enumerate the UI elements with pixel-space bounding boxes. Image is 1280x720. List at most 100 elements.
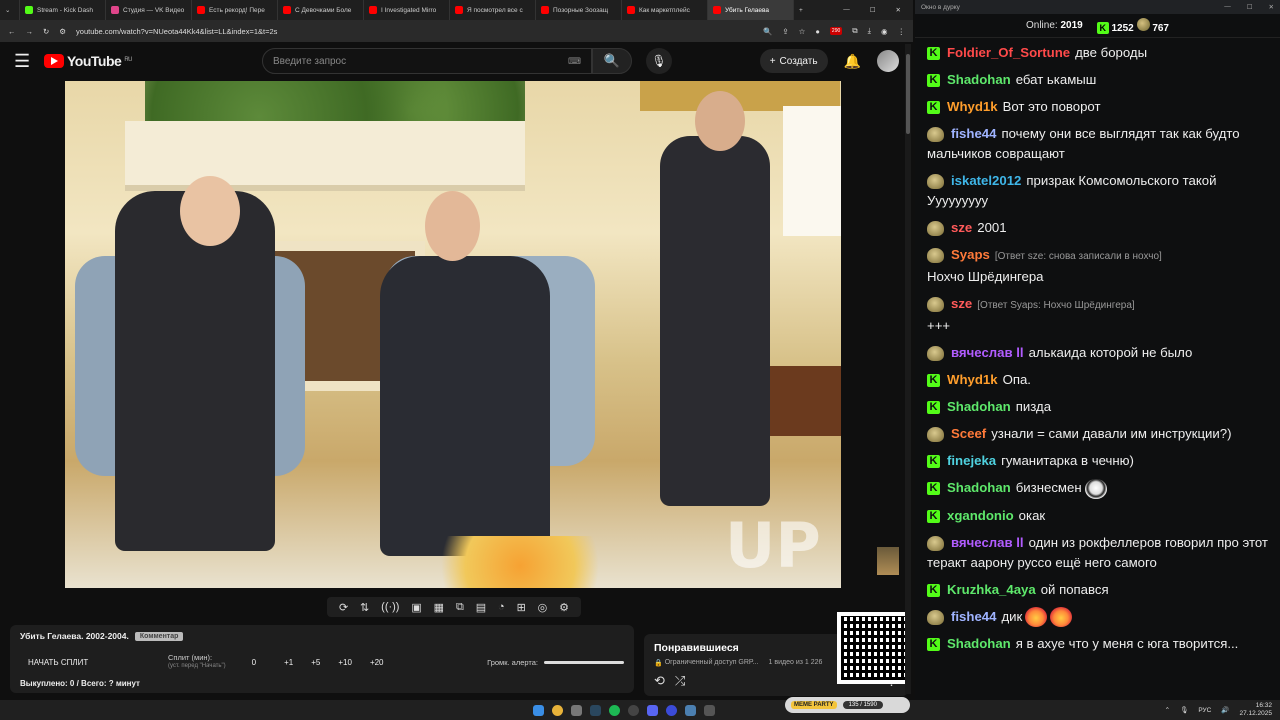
step-button-1[interactable]: +1 [284,658,293,667]
windows-start-icon[interactable] [533,704,544,716]
chat-username[interactable]: sze [951,220,972,235]
extension-icon[interactable]: ● [815,27,820,36]
chat-username[interactable]: Shadohan [947,399,1011,414]
browser-tab[interactable]: Я посмотрел все с [450,0,536,20]
audio-icon[interactable]: ((·)) [381,601,399,613]
minimize-icon[interactable]: — [843,6,850,14]
tab-menu[interactable]: ⌄ [0,0,20,20]
create-button[interactable]: + Создать [759,49,828,73]
video-player[interactable]: UP [65,81,841,588]
browser-tab[interactable]: Студия — VK Видео [106,0,192,20]
chat-username[interactable]: Shadohan [947,636,1011,651]
browser-menu-icon[interactable]: ⋮ [898,27,906,36]
extension-badge[interactable]: 290 [829,27,843,35]
extensions-icon[interactable]: ⧉ [852,26,857,36]
language-indicator[interactable]: РУС [1198,707,1211,714]
browser-tab[interactable]: Убить Гелаева [708,0,794,20]
new-tab-button[interactable]: + [794,0,812,20]
start-split-button[interactable]: НАЧАТЬ СПЛИТ [28,658,168,667]
mic-icon[interactable]: 🎙 [1180,706,1188,714]
chat-username[interactable]: finejeka [947,453,996,468]
profile-icon[interactable]: ◉ [881,27,888,36]
obs-icon[interactable] [628,704,639,716]
chat-username[interactable]: Syaps [951,247,990,262]
gear-app-icon[interactable] [571,704,582,716]
browser-tab[interactable]: Stream - Kick Dash [20,0,106,20]
site-info-icon[interactable]: ⚙ [59,27,66,36]
add-icon[interactable]: ⊞ [517,601,526,614]
search-button[interactable]: 🔍 [591,48,632,74]
clock[interactable]: 16:32 27.12.2025 [1239,702,1272,718]
browser-tab[interactable]: Есть рекорд! Пере [192,0,278,20]
chat-username[interactable]: sze [951,296,972,311]
step-button-5[interactable]: +5 [311,658,320,667]
chrome-icon[interactable] [552,704,563,716]
voice-search-button[interactable]: 🎙 [645,48,672,74]
maximize-icon[interactable]: ☐ [870,6,876,14]
share-icon[interactable]: ⇪ [782,27,788,36]
chat-username[interactable]: Kruzhka_4aya [947,582,1036,597]
browser-tab[interactable]: I Investigated Mirro [364,0,450,20]
player-app-icon[interactable] [666,704,677,716]
close-icon[interactable]: ✕ [1269,3,1274,11]
chat-username[interactable]: Sceef [951,426,986,441]
chat-username[interactable]: fishe44 [951,609,996,624]
avatar[interactable] [877,50,899,72]
chat-username[interactable]: iskatel2012 [951,173,1021,188]
alert-volume-slider[interactable] [544,660,624,664]
chat-message: вячеслав ll один из рокфеллеров говорил п… [927,533,1268,573]
chat-username[interactable]: xgandonio [947,508,1014,523]
settings-icon[interactable]: ⚙ [559,601,569,614]
chevron-up-icon[interactable]: ⌃ [1165,706,1170,714]
hamburger-menu-icon[interactable]: ☰ [14,51,34,72]
speed-icon[interactable]: ◔ [498,601,505,613]
download-icon[interactable]: ⤓ [868,26,871,36]
spotify-icon[interactable] [609,704,620,716]
shuffle-icon[interactable]: ⤮ [675,673,685,689]
sort-icon[interactable]: ⇅ [360,601,369,614]
search-input[interactable]: Введите запрос ⌨ [261,48,592,74]
chat-username[interactable]: Whyd1k [947,99,998,114]
chat-username[interactable]: вячеслав ll [951,345,1024,360]
chat-username[interactable]: Foldier_Of_Sortune [947,45,1070,60]
bell-icon[interactable]: 🔔 [844,53,861,70]
discord-icon[interactable] [647,704,658,716]
maximize-icon[interactable]: ☐ [1247,3,1253,11]
bookmark-icon[interactable]: ☆ [799,27,806,36]
back-icon[interactable]: ← [8,27,16,36]
calendar-icon[interactable]: ▦ [434,601,444,614]
steam-icon[interactable] [590,704,601,716]
minimize-icon[interactable]: — [1224,3,1231,11]
side-thumbnail[interactable] [877,547,899,575]
forward-icon[interactable]: → [26,27,34,36]
volume-icon[interactable]: 🔊 [1221,706,1229,714]
browser-tab[interactable]: Как маркетплейс [622,0,708,20]
close-icon[interactable]: ✕ [896,6,901,14]
tab-label: Как маркетплейс [639,6,690,14]
cast-icon[interactable]: ▣ [411,601,421,614]
app-icon[interactable] [704,704,715,716]
page-scrollbar[interactable] [905,44,911,694]
chat-username[interactable]: fishe44 [951,126,996,141]
chat-username[interactable]: Shadohan [947,72,1011,87]
vk-goblin-icon [927,427,944,443]
chat-username[interactable]: Shadohan [947,480,1011,495]
browser-tab[interactable]: Позорные Зоозащ [536,0,622,20]
zoom-icon[interactable]: 🔍 [763,27,772,36]
comment-badge[interactable]: Комментар [134,631,184,641]
subtitles-icon[interactable]: ▤ [476,601,486,614]
screenshot-icon[interactable]: ◎ [538,601,548,614]
loop-icon[interactable]: ⟳ [339,601,348,614]
chat-username[interactable]: вячеслав ll [951,535,1024,550]
step-button-20[interactable]: +20 [370,658,384,667]
chat-username[interactable]: Whyd1k [947,372,998,387]
youtube-logo[interactable]: YouTube RU [44,53,132,69]
url-field[interactable]: youtube.com/watch?v=NUeota44Kk4&list=LL&… [76,27,753,36]
reload-icon[interactable]: ↻ [43,27,49,36]
keyboard-icon[interactable]: ⌨ [568,56,581,67]
step-button-10[interactable]: +10 [338,658,352,667]
pip-icon[interactable]: ⧉ [456,601,464,614]
app-icon[interactable] [685,704,696,716]
browser-tab[interactable]: С Девочками Боле [278,0,364,20]
repeat-icon[interactable]: ⟲ [654,673,665,689]
